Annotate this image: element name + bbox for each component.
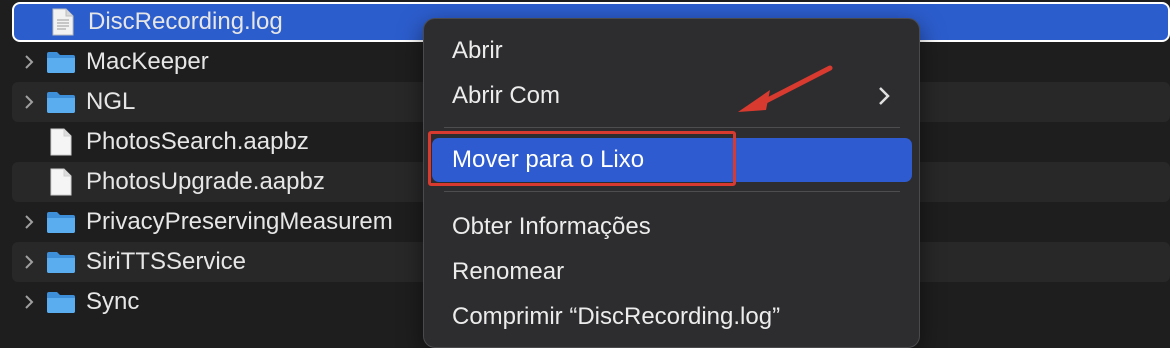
file-name: Sync — [86, 288, 140, 315]
menu-item-label: Abrir — [452, 37, 503, 64]
chevron-right-icon[interactable] — [12, 295, 46, 309]
folder-icon — [46, 287, 76, 317]
menu-separator — [444, 127, 900, 128]
menu-item-get-info[interactable]: Obter Informações — [432, 205, 912, 249]
folder-icon — [46, 47, 76, 77]
file-name: NGL — [86, 88, 136, 115]
menu-item-label: Comprimir “DiscRecording.log” — [452, 303, 781, 330]
menu-separator — [444, 191, 900, 192]
menu-item-open[interactable]: Abrir — [432, 29, 912, 73]
file-name: MacKeeper — [86, 48, 209, 75]
file-name: DiscRecording.log — [88, 8, 283, 35]
menu-item-rename[interactable]: Renomear — [432, 250, 912, 294]
file-name: PhotosUpgrade.aapbz — [86, 168, 325, 195]
chevron-right-icon[interactable] — [12, 95, 46, 109]
file-name: SiriTTSService — [86, 248, 247, 275]
file-name: PrivacyPreservingMeasurem — [86, 208, 393, 235]
chevron-right-icon — [879, 87, 890, 105]
document-icon — [46, 127, 76, 157]
menu-item-label: Renomear — [452, 258, 565, 285]
menu-item-compress[interactable]: Comprimir “DiscRecording.log” — [432, 295, 912, 339]
menu-item-label: Abrir Com — [452, 82, 561, 109]
folder-icon — [46, 247, 76, 277]
annotation-highlight-box — [428, 131, 736, 186]
chevron-right-icon[interactable] — [12, 215, 46, 229]
menu-item-label: Obter Informações — [452, 213, 651, 240]
folder-icon — [46, 87, 76, 117]
document-icon — [46, 167, 76, 197]
file-name: PhotosSearch.aapbz — [86, 128, 309, 155]
menu-item-open-with[interactable]: Abrir Com — [432, 74, 912, 118]
chevron-right-icon[interactable] — [12, 55, 46, 69]
folder-icon — [46, 207, 76, 237]
document-icon — [48, 7, 78, 37]
chevron-right-icon[interactable] — [12, 255, 46, 269]
